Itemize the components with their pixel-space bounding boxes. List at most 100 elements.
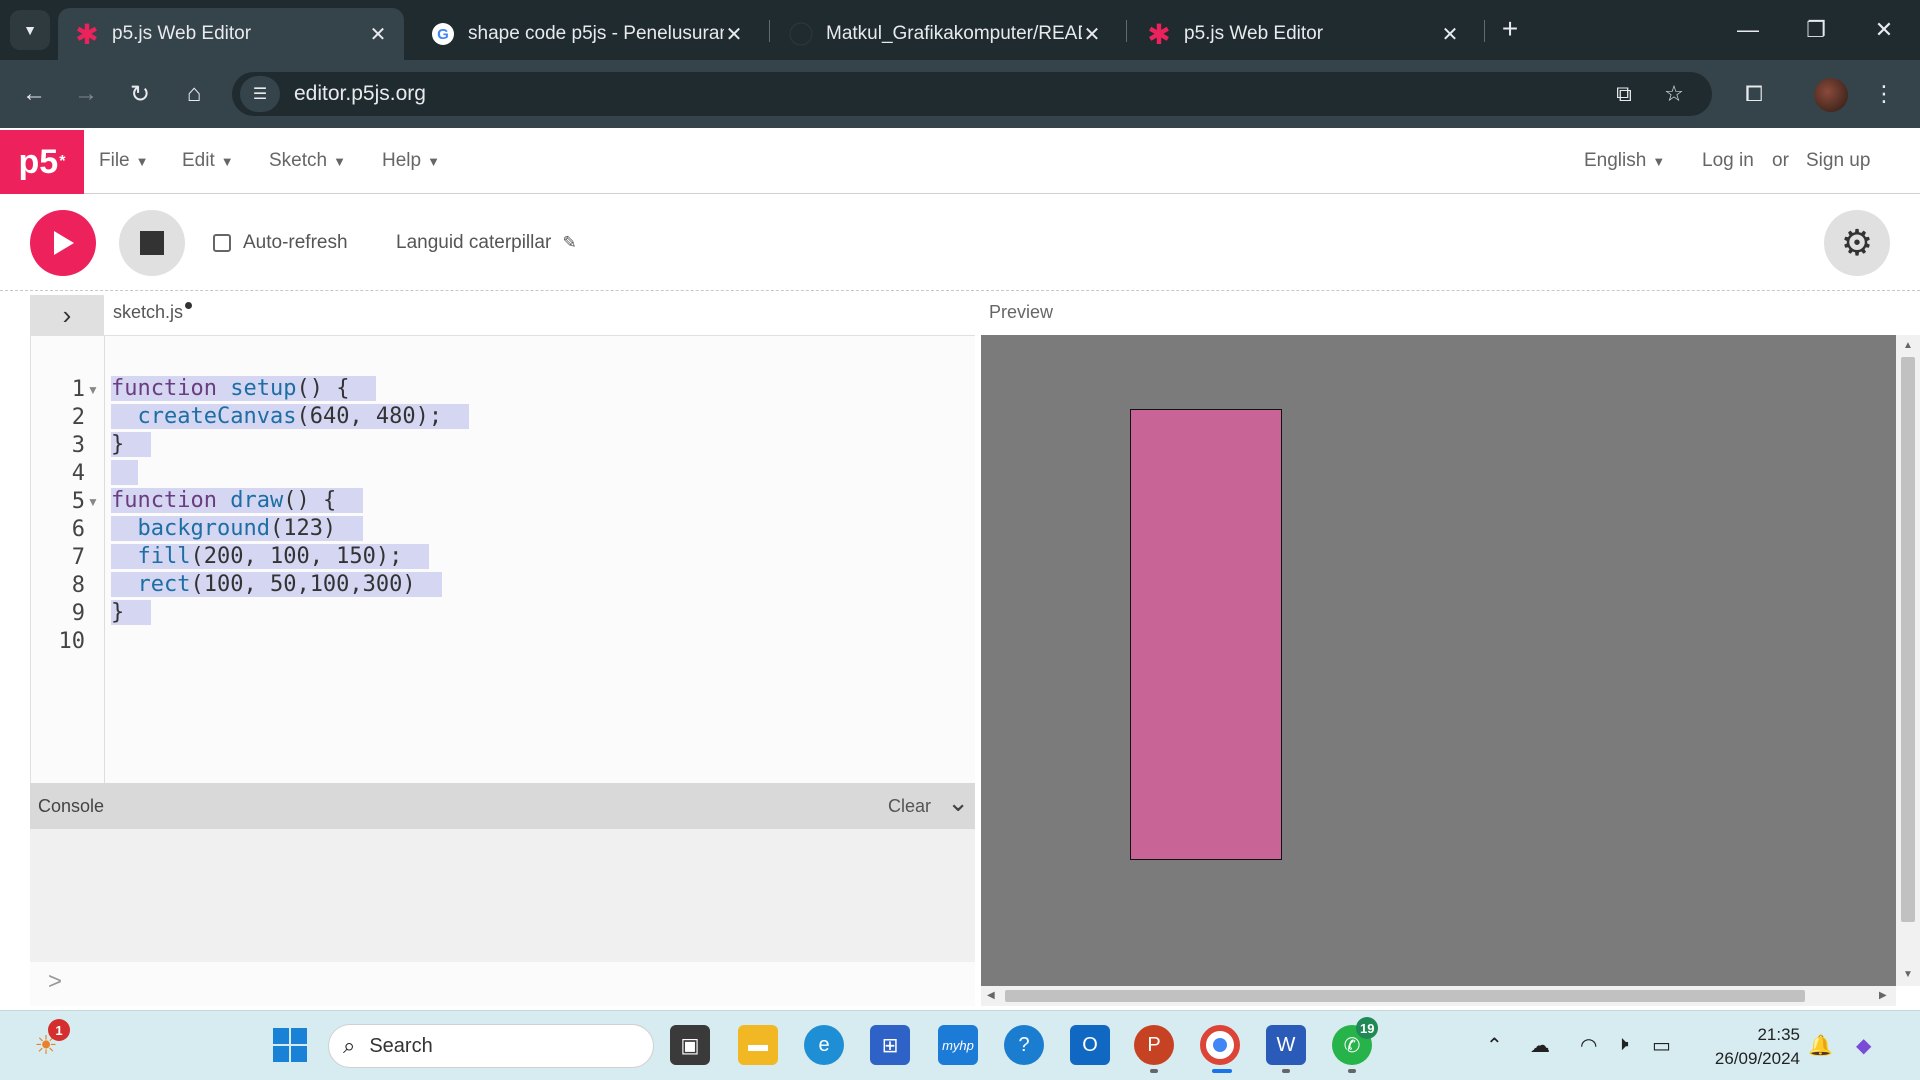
chrome-app[interactable] <box>1200 1025 1240 1065</box>
close-icon[interactable]: ✕ <box>1082 22 1102 47</box>
extensions-icon[interactable]: ⧠ <box>1734 74 1774 114</box>
forward-button[interactable]: → <box>66 74 106 114</box>
notification-bell-icon[interactable]: 🔔 <box>1808 1033 1833 1058</box>
myhp-icon: myhp <box>942 1037 974 1053</box>
restore-button[interactable]: ❐ <box>1786 0 1846 60</box>
back-button[interactable]: ← <box>14 74 54 114</box>
site-info-icon[interactable]: ☰ <box>240 76 280 112</box>
minimize-icon: — <box>1737 17 1759 42</box>
task-view-button[interactable]: ▣ <box>670 1025 710 1065</box>
console-output <box>30 829 975 962</box>
wifi-icon[interactable]: ◠ <box>1580 1033 1597 1058</box>
onedrive-icon[interactable]: ☁ <box>1530 1033 1550 1058</box>
sketch-name[interactable]: Languid caterpillar ✎ <box>396 232 577 254</box>
console-clear-button[interactable]: Clear <box>888 796 931 817</box>
bookmark-star-icon[interactable]: ☆ <box>1656 76 1692 112</box>
code-token: (100, 50,100,300) <box>190 572 416 597</box>
settings-button[interactable]: ⚙ <box>1824 210 1890 276</box>
close-window-button[interactable]: ✕ <box>1854 0 1914 60</box>
browser-tab-p5-editor-active[interactable]: ✱ p5.js Web Editor ✕ <box>58 8 404 60</box>
menu-sketch[interactable]: Sketch ▼ <box>269 150 346 172</box>
stop-button[interactable] <box>119 210 185 276</box>
preview-horizontal-scrollbar[interactable]: ◀ ▶ <box>981 986 1896 1006</box>
arrow-left-icon: ← <box>22 80 46 107</box>
get-help-app[interactable]: ? <box>1004 1025 1044 1065</box>
tab-search-button[interactable]: ▼ <box>10 10 50 50</box>
close-icon[interactable]: ✕ <box>368 22 388 47</box>
fold-arrow-icon[interactable]: ▼ <box>87 383 99 397</box>
copilot-icon[interactable]: ◆ <box>1856 1033 1871 1058</box>
signup-link[interactable]: Sign up <box>1806 150 1870 172</box>
language-dropdown[interactable]: English ▼ <box>1584 150 1665 172</box>
scrollbar-thumb[interactable] <box>1005 990 1805 1002</box>
auto-refresh-checkbox[interactable]: Auto-refresh <box>213 232 348 254</box>
translate-icon[interactable]: ⧉ <box>1606 76 1642 112</box>
p5-logo[interactable]: p5 * <box>0 130 84 194</box>
function-token: draw <box>230 488 284 513</box>
powerpoint-app[interactable]: P <box>1134 1025 1174 1065</box>
file-tab-label: sketch.js <box>113 302 184 322</box>
file-tab-sketch-js[interactable]: sketch.js <box>113 302 193 323</box>
function-token: fill <box>137 544 191 569</box>
fold-arrow-icon[interactable]: ▼ <box>87 495 99 509</box>
menu-help[interactable]: Help ▼ <box>382 150 440 172</box>
outlook-app[interactable]: O <box>1070 1025 1110 1065</box>
address-bar[interactable]: ☰ editor.p5js.org ⧉ ☆ <box>232 72 1712 116</box>
menu-file[interactable]: File ▼ <box>99 150 149 172</box>
browser-tab-github-readme[interactable]: Matkul_Grafikakomputer/README ✕ <box>772 8 1118 60</box>
scroll-down-icon[interactable]: ▼ <box>1903 969 1913 980</box>
selected-text: createCanvas(640, 480); <box>111 404 469 429</box>
reload-button[interactable]: ↻ <box>120 74 160 114</box>
new-tab-button[interactable]: + <box>1494 14 1526 46</box>
minimize-button[interactable]: — <box>1718 0 1778 60</box>
play-button[interactable] <box>30 210 96 276</box>
or-text: or <box>1772 150 1789 171</box>
scrollbar-thumb[interactable] <box>1901 357 1915 922</box>
close-icon[interactable]: ✕ <box>724 22 744 47</box>
more-menu-icon[interactable]: ⋮ <box>1864 74 1904 114</box>
speaker-muted-icon[interactable]: 🕨 <box>1616 1033 1629 1056</box>
selected-text <box>111 460 138 485</box>
file-sidebar-toggle[interactable]: › <box>30 295 104 335</box>
home-button[interactable]: ⌂ <box>174 74 214 114</box>
close-icon: ✕ <box>1874 17 1894 42</box>
start-button[interactable] <box>270 1025 310 1065</box>
scroll-left-icon[interactable]: ◀ <box>987 990 995 1001</box>
taskbar-clock[interactable]: 21:35 26/09/2024 <box>1700 1023 1800 1071</box>
browser-tab-p5-editor[interactable]: ✱ p5.js Web Editor ✕ <box>1130 8 1476 60</box>
running-indicator <box>1150 1069 1158 1073</box>
login-link[interactable]: Log in <box>1702 150 1754 172</box>
google-icon: G <box>430 22 456 46</box>
scroll-up-icon[interactable]: ▲ <box>1903 340 1913 351</box>
taskbar-search[interactable]: ⌕ Search <box>328 1024 654 1068</box>
profile-avatar[interactable] <box>1814 78 1848 112</box>
microsoft-store-app[interactable]: ⊞ <box>870 1025 910 1065</box>
preview-vertical-scrollbar[interactable]: ▲ ▼ <box>1896 335 1920 986</box>
scroll-right-icon[interactable]: ▶ <box>1879 990 1887 1001</box>
close-icon[interactable]: ✕ <box>1440 22 1460 47</box>
file-explorer-app[interactable]: ▬ <box>738 1025 778 1065</box>
browser-tab-google-search[interactable]: G shape code p5js - Penelusuran Google ✕ <box>414 8 760 60</box>
console-input[interactable]: > <box>30 962 975 1006</box>
preview-canvas[interactable] <box>981 335 1896 986</box>
checkbox-box[interactable] <box>213 234 231 252</box>
pencil-icon[interactable]: ✎ <box>563 233 577 252</box>
menu-edit[interactable]: Edit ▼ <box>182 150 234 172</box>
menu-label: File <box>99 150 130 171</box>
line-number: 5 <box>71 489 85 514</box>
function-token: setup <box>230 376 297 401</box>
code-editor[interactable]: 1 ▼ 2 3 4 5 ▼ 6 7 8 9 10 function setup() { createC… <box>30 335 975 784</box>
keyword-token: function <box>111 376 217 401</box>
show-hidden-icons-chevron-icon[interactable]: ⌃ <box>1486 1033 1503 1058</box>
myhp-app[interactable]: myhp <box>938 1025 978 1065</box>
battery-icon[interactable]: ▭ <box>1652 1033 1671 1058</box>
selected-text: fill(200, 100, 150); <box>111 544 429 569</box>
chevron-down-icon[interactable]: ⌄ <box>947 787 969 818</box>
auto-refresh-label: Auto-refresh <box>243 232 348 253</box>
function-token: background <box>137 516 270 541</box>
word-app[interactable]: W <box>1266 1025 1306 1065</box>
edge-app[interactable]: e <box>804 1025 844 1065</box>
preview-label: Preview <box>989 302 1054 322</box>
